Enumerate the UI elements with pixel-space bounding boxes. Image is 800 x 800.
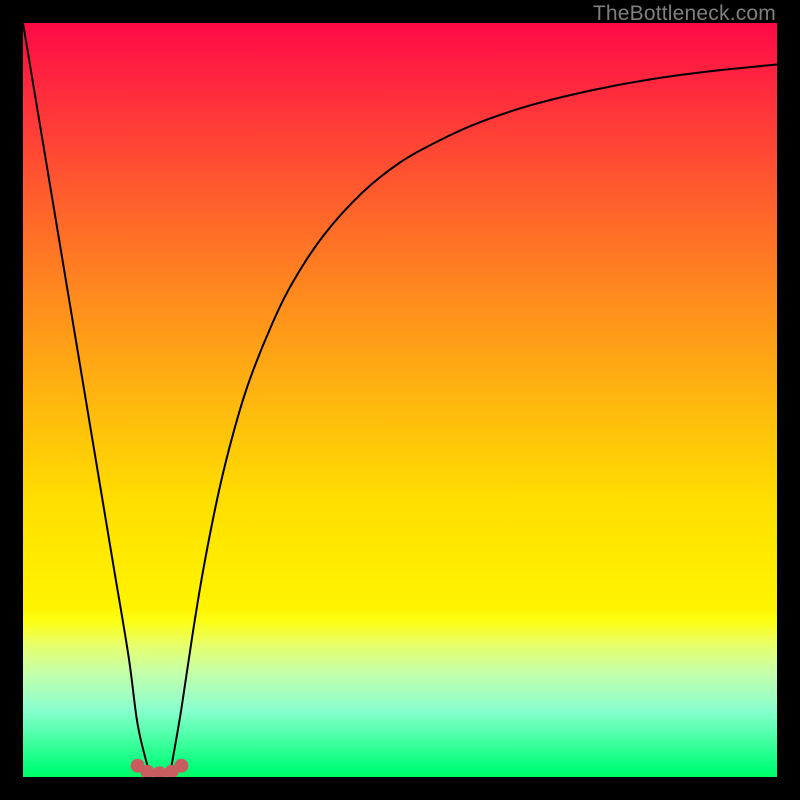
min-marker bbox=[153, 767, 166, 777]
watermark-text: TheBottleneck.com bbox=[593, 2, 776, 26]
curve-layer bbox=[23, 23, 777, 777]
chart-frame: TheBottleneck.com bbox=[0, 0, 800, 800]
plot-area bbox=[23, 23, 777, 777]
curve-right-branch bbox=[172, 64, 777, 765]
min-marker bbox=[175, 759, 188, 772]
min-marker bbox=[141, 765, 154, 777]
curve-left-branch bbox=[23, 23, 147, 766]
